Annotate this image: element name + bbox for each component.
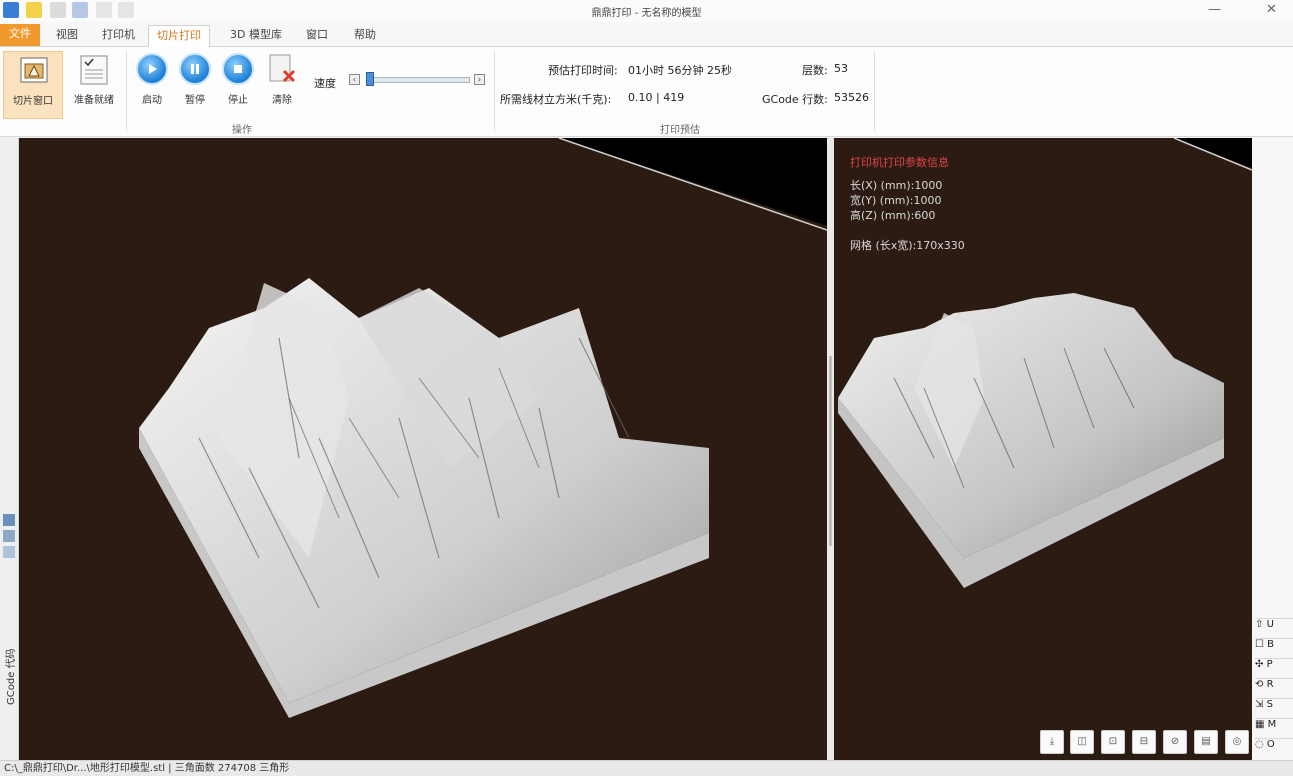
- view-bottom-button[interactable]: ⤓: [1040, 730, 1064, 754]
- filament-value: 0.10 | 419: [628, 91, 685, 104]
- tool-label: P: [1266, 659, 1273, 670]
- speed-label: 速度: [314, 77, 336, 90]
- stop-label: 停止: [228, 95, 248, 106]
- gcode-lines-label: GCode 行数:: [762, 93, 828, 106]
- tab-window[interactable]: 窗口: [298, 25, 336, 47]
- volume-y-text: 宽(Y) (mm):1000: [850, 194, 942, 207]
- checklist-icon: [80, 55, 108, 85]
- printer-info-heading: 打印机打印参数信息: [850, 156, 949, 169]
- tool-label: S: [1266, 699, 1273, 710]
- print-time-label: 预估打印时间:: [548, 64, 618, 77]
- title-bar: 鼎鼎打印 - 无名称的模型 — ✕: [0, 0, 1293, 22]
- play-icon: [136, 53, 168, 85]
- tab-3d-model-library[interactable]: 3D 模型库: [222, 25, 290, 47]
- window-title: 鼎鼎打印 - 无名称的模型: [591, 8, 702, 19]
- terrain-preview-render: [838, 138, 1252, 588]
- layers-label: 层数:: [802, 64, 828, 77]
- speed-decrease-button[interactable]: ‹: [349, 74, 360, 85]
- box-icon: ☐: [1255, 639, 1264, 650]
- tool-mirror[interactable]: ▦ M: [1255, 718, 1293, 736]
- tool-other[interactable]: ◌ O: [1255, 738, 1293, 756]
- app-window: 鼎鼎打印 - 无名称的模型 — ✕ 文件 视图 打印机 切片打印 3D 模型库 …: [0, 0, 1293, 776]
- view-iso-button[interactable]: ⊘: [1163, 730, 1187, 754]
- tab-printer[interactable]: 打印机: [94, 25, 143, 47]
- status-bar: C:\_鼎鼎打印\Dr...\地形打印模型.stl | 三角面数 274708 …: [0, 760, 1293, 776]
- slice-window-button[interactable]: 切片窗口: [3, 51, 63, 119]
- slice-window-label: 切片窗口: [13, 96, 53, 107]
- tool-move[interactable]: ✣ P: [1255, 658, 1293, 676]
- tab-slice-print[interactable]: 切片打印: [148, 25, 210, 47]
- tool-box[interactable]: ☐ B: [1255, 638, 1293, 656]
- minimize-button[interactable]: —: [1208, 2, 1221, 17]
- terrain-model-render: [139, 138, 827, 718]
- tab-view[interactable]: 视图: [48, 25, 86, 47]
- view-reset-button[interactable]: ◎: [1225, 730, 1249, 754]
- tool-label: O: [1266, 739, 1275, 750]
- view-left-button[interactable]: ⊡: [1101, 730, 1125, 754]
- tool-scale[interactable]: ⇲ S: [1255, 698, 1293, 716]
- rotate-icon: ⟲: [1255, 679, 1264, 690]
- layers-value: 53: [834, 62, 848, 75]
- pause-button[interactable]: 暂停: [173, 51, 217, 119]
- start-label: 启动: [142, 95, 162, 106]
- mirror-icon: ▦: [1255, 719, 1265, 730]
- upload-icon: ⇧: [1255, 619, 1264, 630]
- gcode-lines-value: 53526: [834, 91, 869, 104]
- volume-z-text: 高(Z) (mm):600: [850, 209, 936, 222]
- speed-slider-track[interactable]: [368, 77, 470, 83]
- tool-rotate[interactable]: ⟲ R: [1255, 678, 1293, 696]
- tab-help[interactable]: 帮助: [346, 25, 384, 47]
- ribbon-panel: 切片窗口 准备就绪 启动 暂停 停止 清除 速度 ‹ › 操作 预估打印时间: …: [0, 47, 1293, 137]
- grid-size-text: 网格 (长x宽):170x330: [850, 239, 965, 252]
- view-right-button[interactable]: ⊟: [1132, 730, 1156, 754]
- operations-group-label: 操作: [232, 125, 252, 136]
- tab-file[interactable]: 文件: [0, 24, 40, 46]
- speed-increase-button[interactable]: ›: [474, 74, 485, 85]
- move-icon: ✣: [1255, 659, 1264, 670]
- ribbon-separator: [874, 51, 875, 131]
- stop-button[interactable]: 停止: [216, 51, 260, 119]
- prepare-button[interactable]: 准备就绪: [66, 51, 122, 119]
- ribbon-separator: [494, 51, 495, 131]
- pause-icon: [179, 53, 211, 85]
- tool-label: B: [1267, 639, 1275, 650]
- main-3d-viewport[interactable]: [19, 138, 827, 760]
- gcode-side-tab[interactable]: GCode 代码: [2, 648, 17, 705]
- object-icon[interactable]: [3, 530, 15, 542]
- pause-label: 暂停: [185, 95, 205, 106]
- volume-x-text: 长(X) (mm):1000: [850, 179, 943, 192]
- view-top-button[interactable]: ▤: [1194, 730, 1218, 754]
- kill-button[interactable]: 清除: [260, 51, 304, 119]
- layer-icon[interactable]: [3, 514, 15, 526]
- scale-icon: ⇲: [1255, 699, 1264, 710]
- tool-label: R: [1266, 679, 1274, 690]
- print-time-value: 01小时 56分钟 25秒: [628, 64, 732, 77]
- splitter-grip[interactable]: [829, 356, 832, 546]
- ribbon-separator: [126, 51, 127, 131]
- close-button[interactable]: ✕: [1266, 2, 1277, 17]
- viewport-splitter[interactable]: [827, 138, 834, 760]
- view-front-button[interactable]: ◫: [1070, 730, 1094, 754]
- other-icon: ◌: [1255, 739, 1264, 750]
- start-button[interactable]: 启动: [130, 51, 174, 119]
- prepare-label: 准备就绪: [74, 95, 114, 106]
- tool-label: M: [1267, 719, 1277, 730]
- tool-upload[interactable]: ⇧ U: [1255, 618, 1293, 636]
- preview-3d-viewport[interactable]: 打印机打印参数信息 长(X) (mm):1000 宽(Y) (mm):1000 …: [834, 138, 1252, 760]
- print-estimate-group-label: 打印预估: [660, 125, 700, 136]
- tool-label: U: [1266, 619, 1274, 630]
- ribbon-tabs: 文件 视图 打印机 切片打印 3D 模型库 窗口 帮助: [0, 22, 1293, 47]
- model-icon[interactable]: [3, 546, 15, 558]
- cancel-job-icon: [269, 54, 296, 83]
- speed-slider-thumb[interactable]: [366, 72, 374, 86]
- kill-label: 清除: [272, 95, 292, 106]
- filament-label: 所需线材立方米(千克):: [500, 93, 612, 106]
- slice-window-icon: [20, 57, 48, 83]
- stop-icon: [222, 53, 254, 85]
- right-tool-strip: ⇧ U ☐ B ✣ P ⟲ R ⇲ S ▦ M ◌ O: [1252, 138, 1293, 760]
